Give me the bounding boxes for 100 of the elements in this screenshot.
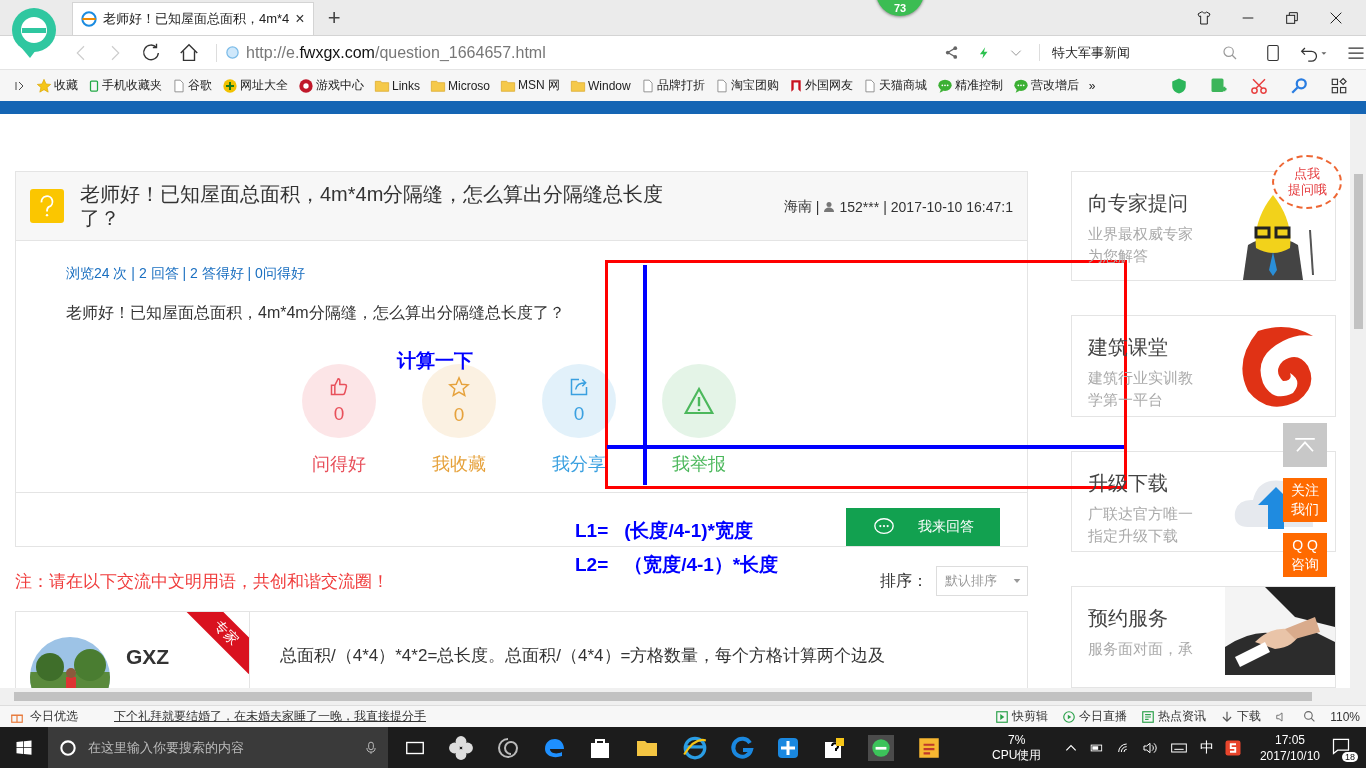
play-circle-icon — [1062, 709, 1077, 724]
chat-icon — [1012, 77, 1029, 94]
sort-label: 排序： — [880, 570, 928, 591]
address-field[interactable]: http://e.fwxgx.com/question_1664657.html — [216, 43, 918, 62]
input-method-indicator[interactable]: 中 — [1199, 738, 1214, 757]
spiral-app-icon[interactable] — [496, 735, 520, 760]
status-item[interactable]: 快剪辑 — [995, 708, 1049, 725]
site-favicon-icon — [81, 11, 97, 27]
plus-circle-icon — [222, 77, 238, 94]
card-title: 向专家提问 — [1088, 191, 1189, 216]
bookmark-item[interactable]: Links — [374, 77, 420, 94]
fan-app-icon[interactable] — [448, 734, 474, 761]
bookmark-item[interactable]: 淘宝团购 — [714, 77, 779, 94]
post-time: 2017-10-10 16:47:1 — [890, 199, 1013, 215]
card-title: 预约服务 — [1088, 606, 1169, 632]
scissors-icon[interactable] — [1250, 76, 1268, 95]
status-item[interactable]: 下载 — [1220, 708, 1262, 725]
g-app-icon[interactable] — [730, 735, 754, 760]
bookmark-item[interactable]: Window — [570, 77, 631, 94]
action-label[interactable]: 问得好 — [312, 452, 366, 476]
bookmark-item[interactable]: 收藏 — [36, 77, 78, 94]
thumbs-up-icon — [329, 377, 349, 397]
cross-app-icon[interactable] — [776, 735, 800, 760]
play-square-icon — [995, 709, 1010, 724]
browser-app-icon[interactable] — [868, 734, 894, 761]
windows-start-icon[interactable] — [15, 738, 33, 757]
taskbar-search-box[interactable]: 在这里输入你要搜索的内容 — [48, 727, 388, 768]
apps-grid-icon[interactable] — [1330, 76, 1348, 95]
new-tab-button[interactable]: + — [323, 4, 345, 31]
phone-icon — [88, 77, 100, 94]
shirt-icon[interactable] — [1196, 9, 1212, 26]
news-link[interactable]: 下个礼拜就要结婚了，在未婚夫家睡了一晚，我直接提分手 — [114, 708, 426, 725]
status-item[interactable]: 热点资讯 — [1141, 708, 1207, 725]
browser-tab[interactable]: 老师好！已知屋面总面积，4m*4 × — [72, 2, 314, 35]
formula-text: L2= （宽度/4-1）*长度 — [575, 553, 779, 577]
search-field[interactable]: 特大军事新闻 — [1049, 44, 1204, 61]
clock[interactable]: 17:05 2017/10/10 — [1259, 731, 1320, 764]
bookmark-item[interactable]: 天猫商城 — [862, 77, 927, 94]
question-stats: 浏览24 次 | 2 回答 | 2 答得好 | 0问得好 — [66, 265, 306, 283]
notification-button[interactable]: 18 — [1330, 735, 1358, 760]
bookmark-item[interactable]: 谷歌 — [172, 77, 212, 94]
help-note-icon[interactable] — [822, 735, 846, 760]
share-icon — [569, 377, 589, 397]
expert-ribbon: 专家 — [185, 612, 249, 674]
search-icon[interactable] — [1222, 44, 1238, 61]
bookmark-item[interactable]: Microso — [430, 77, 491, 94]
answerer-name: GXZ — [126, 645, 170, 670]
magnifier-icon[interactable] — [1290, 76, 1308, 95]
chat-icon — [936, 77, 953, 94]
taskbar-search-field[interactable]: 在这里输入你要搜索的内容 — [86, 739, 356, 756]
user-name: 152*** — [839, 199, 880, 215]
horizontal-scrollbar[interactable] — [0, 688, 1366, 705]
bookmark-item[interactable]: 手机收藏夹 — [88, 77, 162, 94]
card-description: 服务面对面，承 — [1088, 639, 1194, 660]
bookmark-item[interactable]: 外国网友 — [788, 77, 853, 94]
separator: | — [815, 199, 820, 215]
bookmark-item[interactable]: 品牌打折 — [640, 77, 705, 94]
page-icon — [714, 77, 729, 94]
vertical-scrollbar[interactable] — [1350, 114, 1366, 688]
news-icon — [1141, 709, 1156, 724]
sidebar-card[interactable]: 预约服务 服务面对面，承 — [1071, 586, 1336, 688]
secure-icon — [225, 45, 240, 60]
bookmark-item[interactable]: 营改增后 — [1012, 77, 1079, 94]
home-icon[interactable] — [178, 41, 200, 64]
more-bookmarks-button[interactable]: » — [1088, 78, 1096, 93]
cortana-icon — [58, 737, 78, 758]
status-item[interactable]: 今日直播 — [1062, 708, 1128, 725]
question-title: 老师好！已知屋面总面积，4m*4m分隔缝，怎么算出分隔缝总长度了？ — [80, 182, 665, 230]
separator: | — [883, 199, 887, 215]
card-description: 广联达官方唯一指定升级下载 — [1088, 503, 1194, 546]
zoom-level[interactable]: 110% — [1330, 709, 1360, 724]
region-label: 海南 — [783, 198, 812, 216]
notice-text: 注：请在以下交流中文明用语，共创和谐交流圈！ — [15, 570, 389, 593]
page-icon — [172, 77, 186, 94]
bookmark-item[interactable]: 游戏中心 — [298, 77, 364, 94]
card-description: 业界最权威专家为您解答 — [1088, 224, 1194, 266]
page-icon — [640, 77, 655, 94]
caret-up-icon — [1292, 437, 1318, 453]
tablet-icon[interactable] — [1264, 42, 1282, 63]
warning-icon — [683, 385, 715, 417]
cpu-meter[interactable]: 7% CPU使用 — [992, 732, 1042, 763]
flag-icon — [788, 77, 803, 94]
formula-text: L1= (长度/4-1)*宽度 — [575, 519, 753, 543]
user-icon — [823, 200, 836, 214]
answer-text: 总面积/（4*4）*4*2=总长度。总面积/（4*4）=方格数量，每个方格计算两个边及 — [279, 645, 887, 667]
bookmark-item[interactable]: 网址大全 — [222, 77, 288, 94]
game-icon — [298, 77, 314, 94]
share-icon[interactable] — [943, 45, 959, 60]
bookmark-item[interactable]: MSN 网 — [500, 77, 561, 94]
restore-icon[interactable] — [1284, 9, 1300, 26]
ie-browser-icon[interactable] — [682, 734, 708, 761]
zoom-icon — [1303, 710, 1317, 723]
star-icon — [448, 376, 470, 398]
sogou-icon[interactable] — [1223, 738, 1242, 757]
speech-bubble[interactable]: 点我 提问哦 — [1272, 155, 1342, 209]
promo-label[interactable]: 今日优选 — [30, 708, 78, 725]
bookmark-item[interactable]: 精准控制 — [936, 77, 1003, 94]
question-body: 老师好！已知屋面总面积，4m*4m分隔缝，怎么算出分隔缝总长度了？ — [66, 303, 566, 323]
star-icon — [36, 77, 52, 94]
close-tab-button[interactable]: × — [295, 10, 305, 28]
